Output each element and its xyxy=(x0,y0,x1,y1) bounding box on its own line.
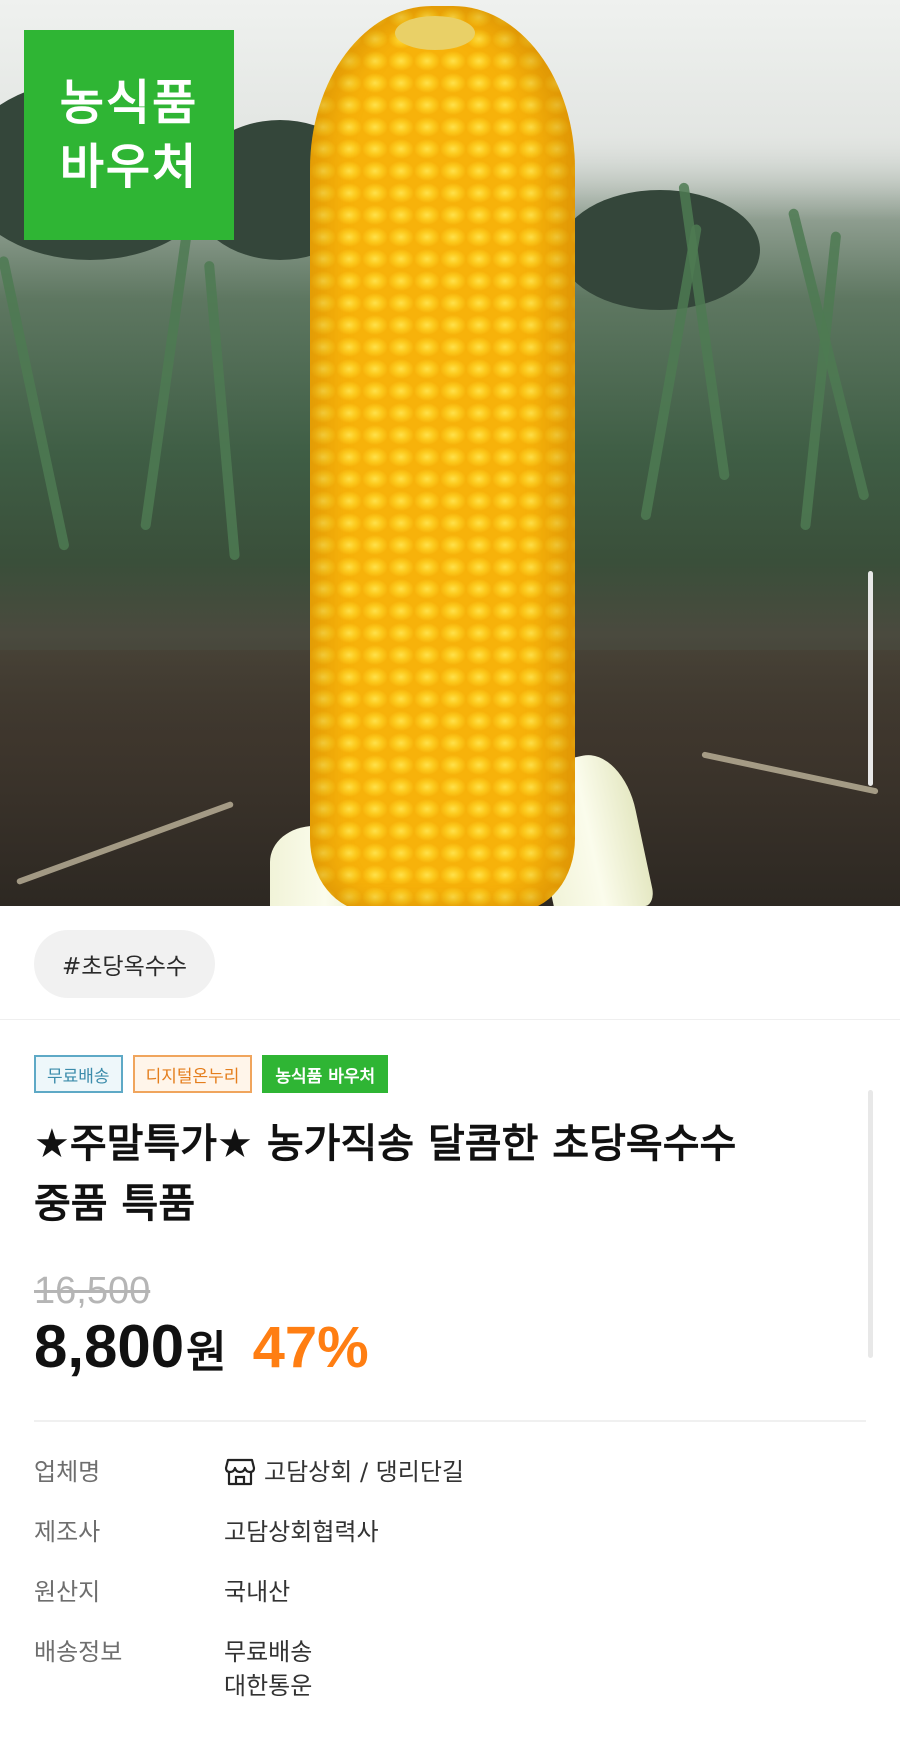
corn-cob xyxy=(270,6,656,906)
shipping-value-1: 무료배송 xyxy=(224,1638,313,1666)
badge-line-1: 농식품 xyxy=(59,75,199,131)
info-row-shipping: 배송정보 무료배송 대한통운 xyxy=(34,1635,866,1703)
product-labels: 무료배송 디지털온누리 농식품 바우처 xyxy=(34,1055,389,1093)
product-image[interactable]: 농식품 바우처 xyxy=(0,0,900,906)
free-shipping-label: 무료배송 xyxy=(34,1055,123,1093)
shipping-value: 무료배송 대한통운 xyxy=(224,1635,312,1703)
info-row-seller: 업체명 고담상회 / 댕리단길 xyxy=(34,1455,866,1489)
seller-link[interactable]: 고담상회 / 댕리단길 xyxy=(224,1455,464,1489)
product-info-table: 업체명 고담상회 / 댕리단길 제조사 고담상회협력사 원산지 국내산 배송정보… xyxy=(34,1455,866,1729)
price-row: 8,800 원 47% xyxy=(34,1312,369,1381)
maker-label: 제조사 xyxy=(34,1518,101,1546)
image-scrollbar[interactable] xyxy=(868,571,873,786)
product-title-line-1: ★주말특가★ 농가직송 달콤한 초당옥수수 xyxy=(34,1121,737,1167)
digital-onnuri-label: 디지털온누리 xyxy=(132,1055,253,1093)
tree-shape xyxy=(560,190,760,310)
origin-label: 원산지 xyxy=(34,1578,101,1606)
info-row-maker: 제조사 고담상회협력사 xyxy=(34,1515,866,1549)
corn-kernels xyxy=(310,6,575,906)
badge-line-2: 바우처 xyxy=(59,139,199,195)
sale-price: 8,800 xyxy=(34,1313,185,1380)
shipping-label: 배송정보 xyxy=(34,1638,123,1666)
food-voucher-label: 농식품 바우처 xyxy=(262,1055,389,1093)
maker-value: 고담상회협력사 xyxy=(224,1518,379,1546)
store-icon xyxy=(224,1458,256,1486)
info-row-origin: 원산지 국내산 xyxy=(34,1575,866,1609)
hashtag-chip[interactable]: #초당옥수수 xyxy=(34,930,216,998)
corn-leaf xyxy=(203,260,240,561)
page-scrollbar[interactable] xyxy=(868,1090,873,1358)
voucher-badge: 농식품 바우처 xyxy=(24,30,234,240)
shipping-value-2: 대한통운 xyxy=(224,1672,313,1700)
origin-value: 국내산 xyxy=(224,1578,291,1606)
discount-rate: 47% xyxy=(252,1315,369,1380)
tag-row: #초당옥수수 xyxy=(0,906,900,1020)
corn-leaf xyxy=(140,232,192,531)
corn-leaf xyxy=(0,255,70,552)
section-divider xyxy=(34,1420,866,1422)
product-title: ★주말특가★ 농가직송 달콤한 초당옥수수 중품 특품 xyxy=(34,1114,864,1234)
corn-tip xyxy=(395,16,475,50)
seller-label: 업체명 xyxy=(34,1458,101,1486)
original-price: 16,500 xyxy=(34,1270,151,1312)
currency-unit: 원 xyxy=(186,1327,227,1378)
product-title-line-2: 중품 특품 xyxy=(34,1181,196,1227)
seller-value[interactable]: 고담상회 / 댕리단길 xyxy=(264,1455,464,1489)
